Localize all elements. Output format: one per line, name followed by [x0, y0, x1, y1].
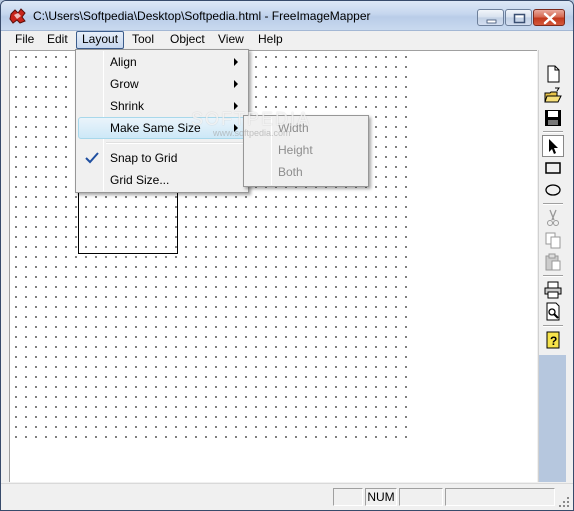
menu-separator [106, 142, 245, 144]
help-button[interactable]: ? [542, 329, 564, 351]
copy-button[interactable] [542, 229, 564, 251]
right-toolbar: ? [538, 50, 566, 482]
open-folder-icon [544, 87, 562, 103]
toolbar-separator [543, 325, 563, 327]
print-preview-icon [546, 302, 560, 321]
watermark: SOFTPEDIA www.softpedia.com [191, 109, 311, 138]
ellipse-tool-icon [545, 184, 561, 196]
menu-item-align[interactable]: Align [78, 51, 246, 73]
new-document-icon [547, 65, 560, 83]
menu-item-grid-size[interactable]: Grid Size... [78, 169, 246, 191]
submenu-item-both[interactable]: Both [246, 161, 366, 183]
checkmark-icon [85, 152, 99, 164]
menu-item-label: Shrink [110, 99, 145, 113]
app-logo-icon [9, 8, 27, 24]
menu-item-label: Make Same Size [110, 121, 201, 135]
toolbar-separator [543, 203, 563, 205]
minimize-icon [486, 19, 497, 24]
ellipse-tool-button[interactable] [542, 179, 564, 201]
title-bar[interactable]: C:\Users\Softpedia\Desktop\Softpedia.htm… [1, 1, 573, 31]
menu-item-label: Align [110, 55, 137, 69]
help-icon: ? [546, 331, 560, 349]
status-pane-3 [399, 488, 443, 506]
cut-icon [547, 209, 559, 226]
paste-icon [545, 253, 561, 271]
close-button[interactable] [533, 9, 565, 26]
select-arrow-icon [549, 139, 558, 154]
menu-item-label: Grid Size... [110, 173, 170, 187]
menu-tool[interactable]: Tool [126, 31, 160, 49]
status-bar: NUM [1, 483, 573, 510]
submenu-arrow-icon [234, 58, 238, 66]
print-icon [544, 281, 562, 299]
menu-help[interactable]: Help [252, 31, 289, 49]
toolbar-empty-area [539, 355, 566, 482]
minimize-button[interactable] [477, 9, 504, 26]
toolbar-separator [543, 131, 563, 133]
submenu-arrow-icon [234, 80, 238, 88]
menu-view[interactable]: View [212, 31, 250, 49]
status-pane-1 [333, 488, 363, 506]
maximize-icon [513, 13, 526, 24]
save-icon [545, 110, 561, 126]
save-button[interactable] [542, 107, 564, 129]
status-pane-4 [445, 488, 555, 506]
submenu-item-height[interactable]: Height [246, 139, 366, 161]
maximize-button[interactable] [505, 9, 532, 26]
menu-item-grow[interactable]: Grow [78, 73, 246, 95]
menu-item-label: Grow [110, 77, 139, 91]
rectangle-area-object[interactable] [78, 184, 178, 254]
select-tool-button[interactable] [542, 135, 564, 157]
copy-icon [545, 232, 561, 249]
close-icon [543, 12, 557, 25]
window-title: C:\Users\Softpedia\Desktop\Softpedia.htm… [33, 9, 371, 23]
menu-item-snap-to-grid[interactable]: Snap to Grid [78, 147, 246, 169]
svg-text:?: ? [550, 334, 557, 348]
menu-edit[interactable]: Edit [41, 31, 74, 49]
print-button[interactable] [542, 279, 564, 301]
resize-grip-icon[interactable] [558, 496, 570, 508]
toolbar-separator [543, 275, 563, 277]
new-button[interactable] [542, 63, 564, 85]
cut-button[interactable] [542, 207, 564, 229]
menu-file[interactable]: File [9, 31, 40, 49]
rectangle-tool-button[interactable] [542, 157, 564, 179]
watermark-text: SOFTPEDIA [191, 109, 312, 129]
menu-bar: File Edit Layout Tool Object View Help [1, 31, 573, 50]
menu-object[interactable]: Object [164, 31, 211, 49]
print-preview-button[interactable] [542, 301, 564, 323]
watermark-subtext: www.softpedia.com [213, 128, 291, 138]
paste-button[interactable] [542, 251, 564, 273]
status-pane-num: NUM [365, 488, 397, 506]
menu-item-label: Snap to Grid [110, 151, 178, 165]
rectangle-tool-icon [545, 162, 561, 174]
menu-layout[interactable]: Layout [76, 31, 125, 49]
open-button[interactable] [542, 85, 564, 107]
app-window: C:\Users\Softpedia\Desktop\Softpedia.htm… [0, 0, 574, 511]
